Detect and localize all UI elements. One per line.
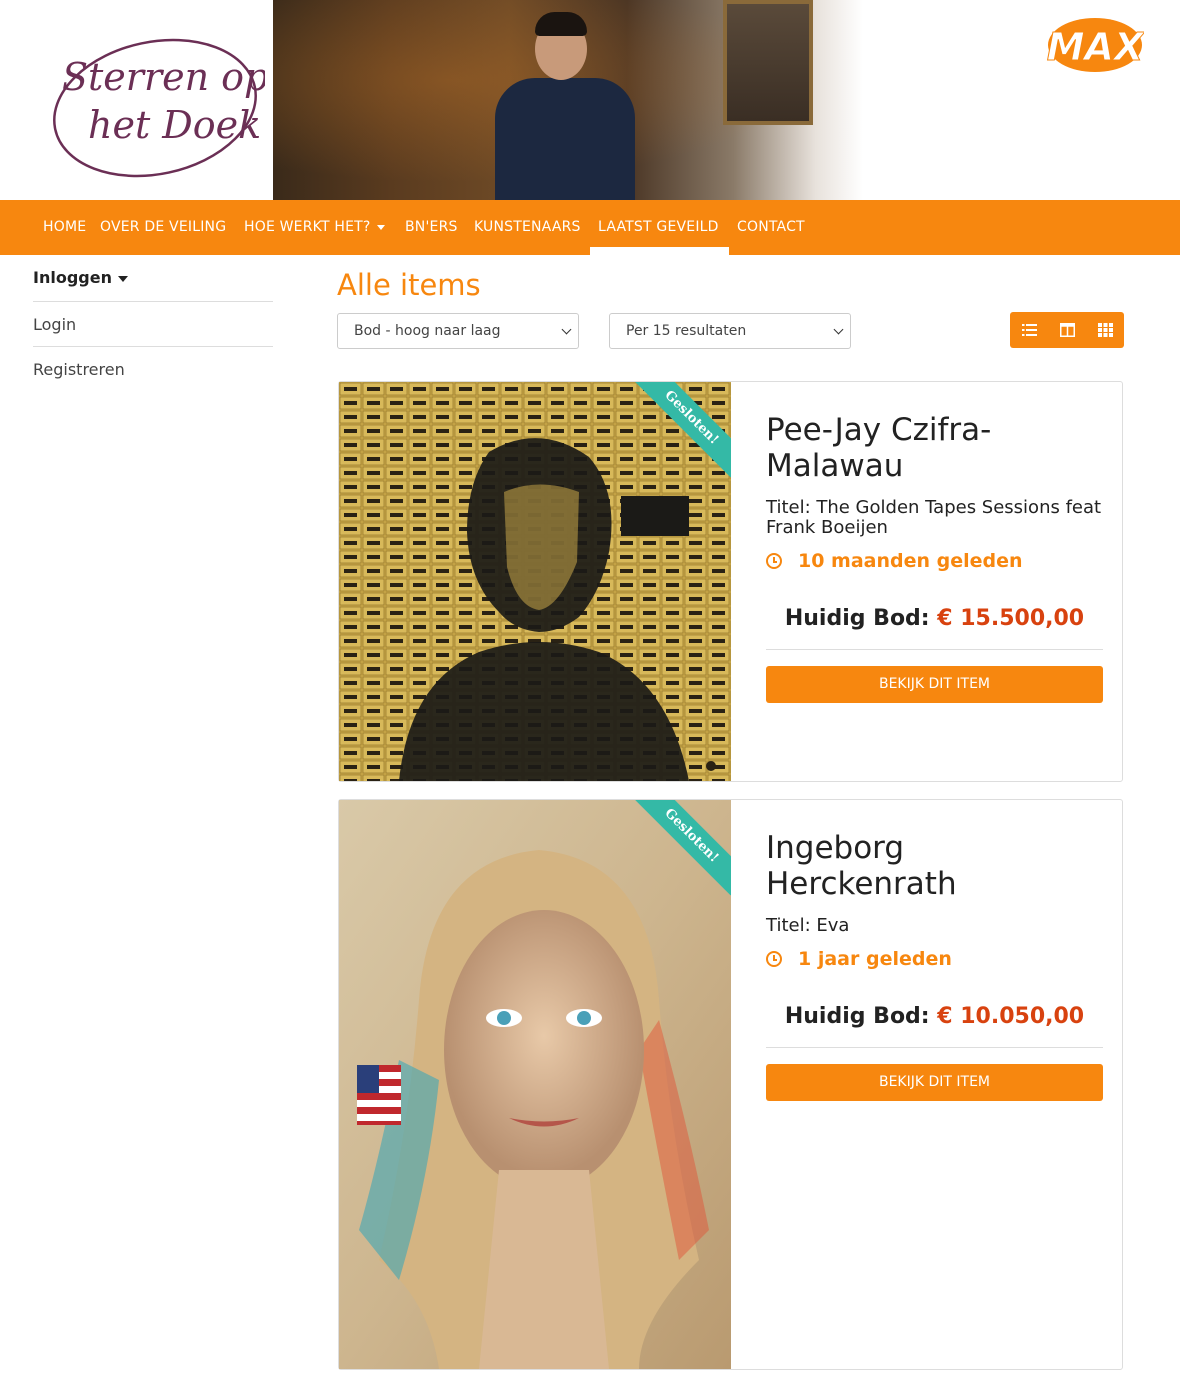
current-bid-amount: € 15.500,00 [937, 606, 1085, 631]
caret-down-icon [376, 224, 385, 230]
nav-active-indicator [590, 247, 729, 255]
artist-name[interactable]: Pee-Jay Czifra-Malawau [766, 412, 1103, 484]
view-item-button[interactable]: BEKIJK DIT ITEM [766, 666, 1103, 703]
artwork-image[interactable]: Gesloten! [339, 382, 731, 781]
nav-item-over-de-veiling[interactable]: OVER DE VEILING [92, 200, 234, 255]
presenter-figure [495, 78, 635, 200]
site-logo[interactable]: Sterren op het Doek [40, 20, 268, 180]
sidebar-link-login[interactable]: Login [33, 301, 273, 346]
list-icon [1022, 324, 1037, 336]
columns-icon [1060, 323, 1075, 337]
current-bid-label: Huidig Bod: [784, 606, 930, 631]
auction-item-card: Gesloten! Pee-Jay Czifra-Malawau Titel: … [338, 381, 1123, 782]
list-view-button[interactable] [1010, 312, 1048, 348]
time-ago: 1 jaar geleden [766, 948, 1103, 970]
background-painting [723, 0, 813, 125]
nav-item-contact[interactable]: CONTACT [729, 200, 813, 255]
max-logo-text: MAX [1047, 25, 1144, 69]
columns-view-button[interactable] [1048, 312, 1086, 348]
chevron-down-icon [833, 324, 844, 335]
chevron-down-icon [561, 324, 572, 335]
time-ago-text: 10 maanden geleden [798, 550, 1023, 572]
login-dropdown-toggle[interactable]: Inloggen [33, 268, 128, 287]
artwork-title: Titel: The Golden Tapes Sessions feat Fr… [766, 497, 1102, 538]
login-heading: Inloggen [33, 268, 112, 287]
site-header: Sterren op het Doek MAX [0, 0, 1180, 200]
view-item-button[interactable]: BEKIJK DIT ITEM [766, 1064, 1103, 1101]
nav-item-home[interactable]: HOME [35, 200, 94, 255]
divider [766, 649, 1103, 650]
logo-text-line1: Sterren op [62, 55, 265, 99]
per-page-select-value: Per 15 resultaten [626, 323, 747, 339]
item-details: Pee-Jay Czifra-Malawau Titel: The Golden… [766, 412, 1103, 703]
grid-view-button[interactable] [1086, 312, 1124, 348]
clock-icon [766, 553, 782, 569]
sort-select-value: Bod - hoog naar laag [354, 323, 501, 339]
artwork-image[interactable]: Gesloten! [339, 800, 731, 1369]
current-bid: Huidig Bod: € 15.500,00 [766, 606, 1103, 631]
nav-item-hoe-werkt-het[interactable]: HOE WERKT HET? [236, 200, 393, 255]
nav-item-kunstenaars[interactable]: KUNSTENAARS [466, 200, 589, 255]
time-ago-text: 1 jaar geleden [798, 948, 952, 970]
grid-icon [1098, 323, 1113, 337]
max-logo[interactable]: MAX [1046, 10, 1145, 74]
current-bid-amount: € 10.050,00 [937, 1004, 1085, 1029]
sterren-op-het-doek-logo: Sterren op het Doek [53, 38, 268, 178]
current-bid: Huidig Bod: € 10.050,00 [766, 1004, 1103, 1029]
per-page-select[interactable]: Per 15 resultaten [609, 313, 851, 349]
view-toggle-group [1010, 312, 1124, 348]
page-title: Alle items [337, 268, 481, 302]
logo-text-line2: het Doek [88, 103, 261, 147]
divider [766, 1047, 1103, 1048]
caret-down-icon [117, 275, 128, 282]
artwork-golden-tapes [339, 382, 731, 781]
artwork-eva-portrait [339, 800, 731, 1369]
nav-item-hoe-werkt-het-label: HOE WERKT HET? [244, 219, 371, 235]
nav-item-bners[interactable]: BN'ERS [397, 200, 466, 255]
sidebar-link-registreren[interactable]: Registreren [33, 346, 273, 391]
artwork-title: Titel: Eva [766, 915, 850, 936]
auction-item-card: Gesloten! Ingeborg Herckenrath Titel: Ev… [338, 799, 1123, 1370]
hero-banner-image [273, 0, 863, 200]
artist-name[interactable]: Ingeborg Herckenrath [766, 830, 1103, 902]
sort-select[interactable]: Bod - hoog naar laag [337, 313, 579, 349]
current-bid-label: Huidig Bod: [784, 1004, 930, 1029]
clock-icon [766, 951, 782, 967]
item-details: Ingeborg Herckenrath Titel: Eva 1 jaar g… [766, 830, 1103, 1101]
time-ago: 10 maanden geleden [766, 550, 1103, 572]
